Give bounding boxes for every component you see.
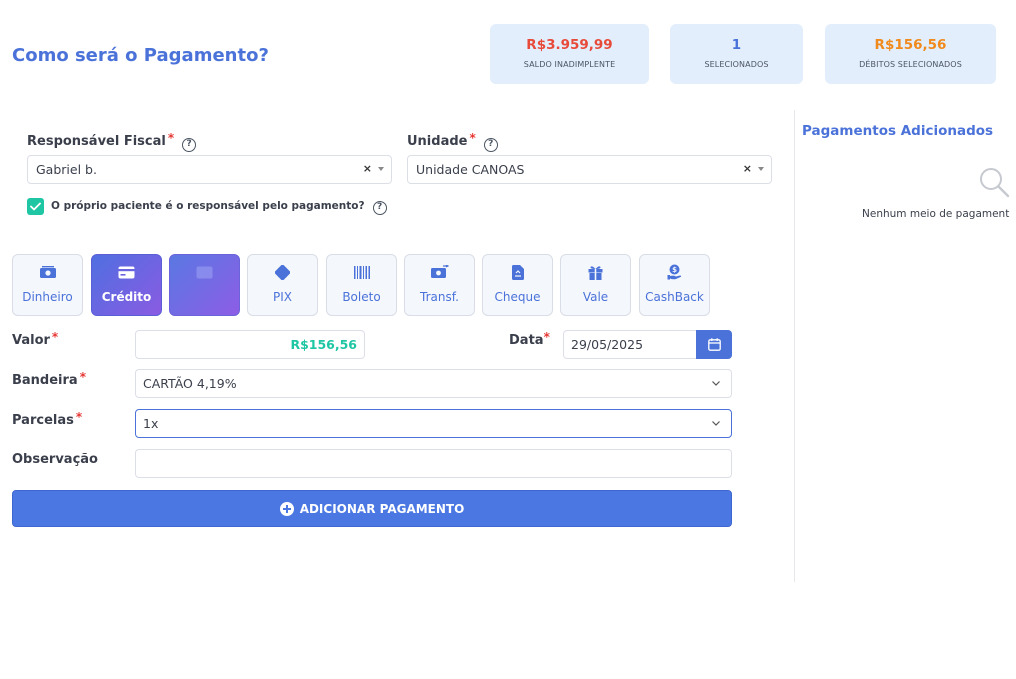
payment-method-label: Dinheiro — [22, 290, 73, 304]
parcelas-select[interactable]: 1x — [135, 409, 732, 438]
chevron-down-icon — [712, 421, 720, 426]
required-mark: * — [469, 131, 476, 145]
payment-method-cashback[interactable]: $ CashBack — [639, 254, 710, 316]
stat-value: R$3.959,99 — [526, 37, 613, 53]
payment-method-cheque[interactable]: Cheque — [482, 254, 553, 316]
parcelas-label: Parcelas * — [12, 410, 83, 428]
clear-icon[interactable]: × — [363, 162, 372, 175]
required-mark: * — [543, 330, 550, 344]
bandeira-label: Bandeira * — [12, 370, 86, 388]
plus-circle-icon — [279, 501, 294, 516]
responsavel-fiscal-label: Responsável Fiscal *? — [27, 131, 197, 152]
help-icon[interactable]: ? — [372, 201, 387, 215]
caret-down-icon[interactable] — [758, 167, 764, 171]
page-title: Como será o Pagamento? — [12, 45, 269, 66]
clear-icon[interactable]: × — [743, 162, 752, 175]
valor-label: Valor * — [12, 330, 59, 348]
data-input[interactable]: 29/05/2025 — [563, 330, 699, 359]
calendar-button[interactable] — [696, 330, 732, 359]
payment-method-label: PIX — [273, 290, 292, 304]
unidade-label: Unidade *? — [407, 131, 498, 152]
payment-method-dinheiro[interactable]: Dinheiro — [12, 254, 83, 316]
label-text: O próprio paciente é o responsável pelo … — [51, 200, 365, 212]
responsavel-fiscal-select[interactable]: Gabriel b. × — [27, 155, 392, 184]
help-icon[interactable]: ? — [182, 138, 197, 152]
label-text: Responsável Fiscal — [27, 134, 166, 149]
svg-text:$: $ — [672, 266, 677, 274]
required-mark: * — [79, 370, 86, 384]
bandeira-select[interactable]: CARTÃO 4,19% — [135, 369, 732, 398]
barcode-icon — [327, 264, 396, 280]
label-text: Valor — [12, 333, 50, 348]
select-value: 1x — [143, 416, 159, 431]
observacao-label: Observação — [12, 452, 98, 467]
data-label: Data* — [509, 330, 550, 348]
label-text: Data — [509, 333, 544, 348]
payment-method-debito[interactable] — [169, 254, 240, 316]
select-value: Gabriel b. — [36, 162, 97, 177]
select-value: Unidade CANOAS — [416, 162, 525, 177]
payment-method-label: CashBack — [645, 290, 704, 304]
empty-state-text: Nenhum meio de pagament — [862, 208, 1010, 220]
stat-card-selecionados: 1 SELECIONADOS — [670, 24, 803, 84]
payment-method-label: Transf. — [420, 290, 459, 304]
stat-value: 1 — [731, 37, 742, 53]
chevron-down-icon — [712, 381, 720, 386]
button-label: ADICIONAR PAGAMENTO — [299, 501, 465, 516]
gift-icon — [561, 264, 630, 280]
sidebar-divider — [794, 110, 795, 582]
cashback-icon: $ — [640, 264, 709, 280]
select-value: CARTÃO 4,19% — [143, 376, 237, 391]
caret-down-icon[interactable] — [378, 167, 384, 171]
payment-method-label: Cheque — [494, 290, 541, 304]
required-mark: * — [167, 131, 175, 145]
label-text: Unidade — [407, 134, 468, 149]
unidade-select[interactable]: Unidade CANOAS × — [407, 155, 772, 184]
stat-card-debitos-selecionados: R$156,56 DÉBITOS SELECIONADOS — [825, 24, 996, 84]
pix-icon — [248, 264, 317, 280]
required-mark: * — [75, 410, 83, 424]
stat-label: DÉBITOS SELECIONADOS — [859, 60, 962, 69]
paciente-responsavel-checkbox[interactable] — [27, 198, 44, 215]
transfer-icon — [405, 264, 474, 280]
stat-label: SELECIONADOS — [704, 60, 769, 69]
payment-method-label: Boleto — [342, 290, 381, 304]
payment-method-vale[interactable]: Vale — [560, 254, 631, 316]
payment-method-boleto[interactable]: Boleto — [326, 254, 397, 316]
paciente-responsavel-label: O próprio paciente é o responsável pelo … — [51, 200, 387, 215]
label-text: Bandeira — [12, 373, 78, 388]
stat-value: R$156,56 — [874, 37, 947, 53]
valor-input[interactable]: R$156,56 — [135, 330, 365, 359]
pagamentos-adicionados-title: Pagamentos Adicionados — [802, 123, 994, 139]
payment-method-label: Crédito — [101, 290, 152, 304]
stat-card-saldo-inadimplente: R$3.959,99 SALDO INADIMPLENTE — [490, 24, 649, 84]
debit-card-icon — [170, 264, 239, 280]
cash-icon — [13, 264, 82, 280]
payment-method-credito[interactable]: Crédito — [91, 254, 162, 316]
payment-method-label: Vale — [582, 290, 609, 304]
adicionar-pagamento-button[interactable]: ADICIONAR PAGAMENTO — [12, 490, 732, 527]
check-icon — [30, 202, 41, 211]
credit-card-icon — [92, 264, 161, 280]
label-text: Parcelas — [12, 413, 74, 428]
observacao-input[interactable] — [135, 449, 732, 478]
stat-label: SALDO INADIMPLENTE — [523, 60, 616, 69]
cheque-icon — [483, 264, 552, 280]
payment-method-pix[interactable]: PIX — [247, 254, 318, 316]
required-mark: * — [51, 330, 59, 344]
payment-method-transferencia[interactable]: Transf. — [404, 254, 475, 316]
search-icon — [980, 168, 1010, 198]
calendar-icon — [707, 338, 721, 351]
help-icon[interactable]: ? — [483, 138, 498, 152]
